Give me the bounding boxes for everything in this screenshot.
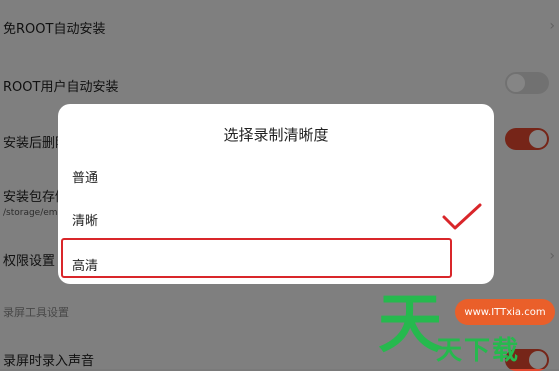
option-clear[interactable]: 清晰 — [72, 210, 98, 229]
watermark-url: www.ITTxia.com — [455, 299, 555, 325]
checkmark-icon — [442, 203, 482, 230]
highlight-frame — [61, 238, 452, 278]
watermark-text: 天下载 — [436, 336, 521, 366]
option-normal[interactable]: 普通 — [72, 167, 98, 186]
watermark-logo: 天 — [378, 288, 442, 362]
dialog-title: 选择录制清晰度 — [223, 126, 329, 144]
